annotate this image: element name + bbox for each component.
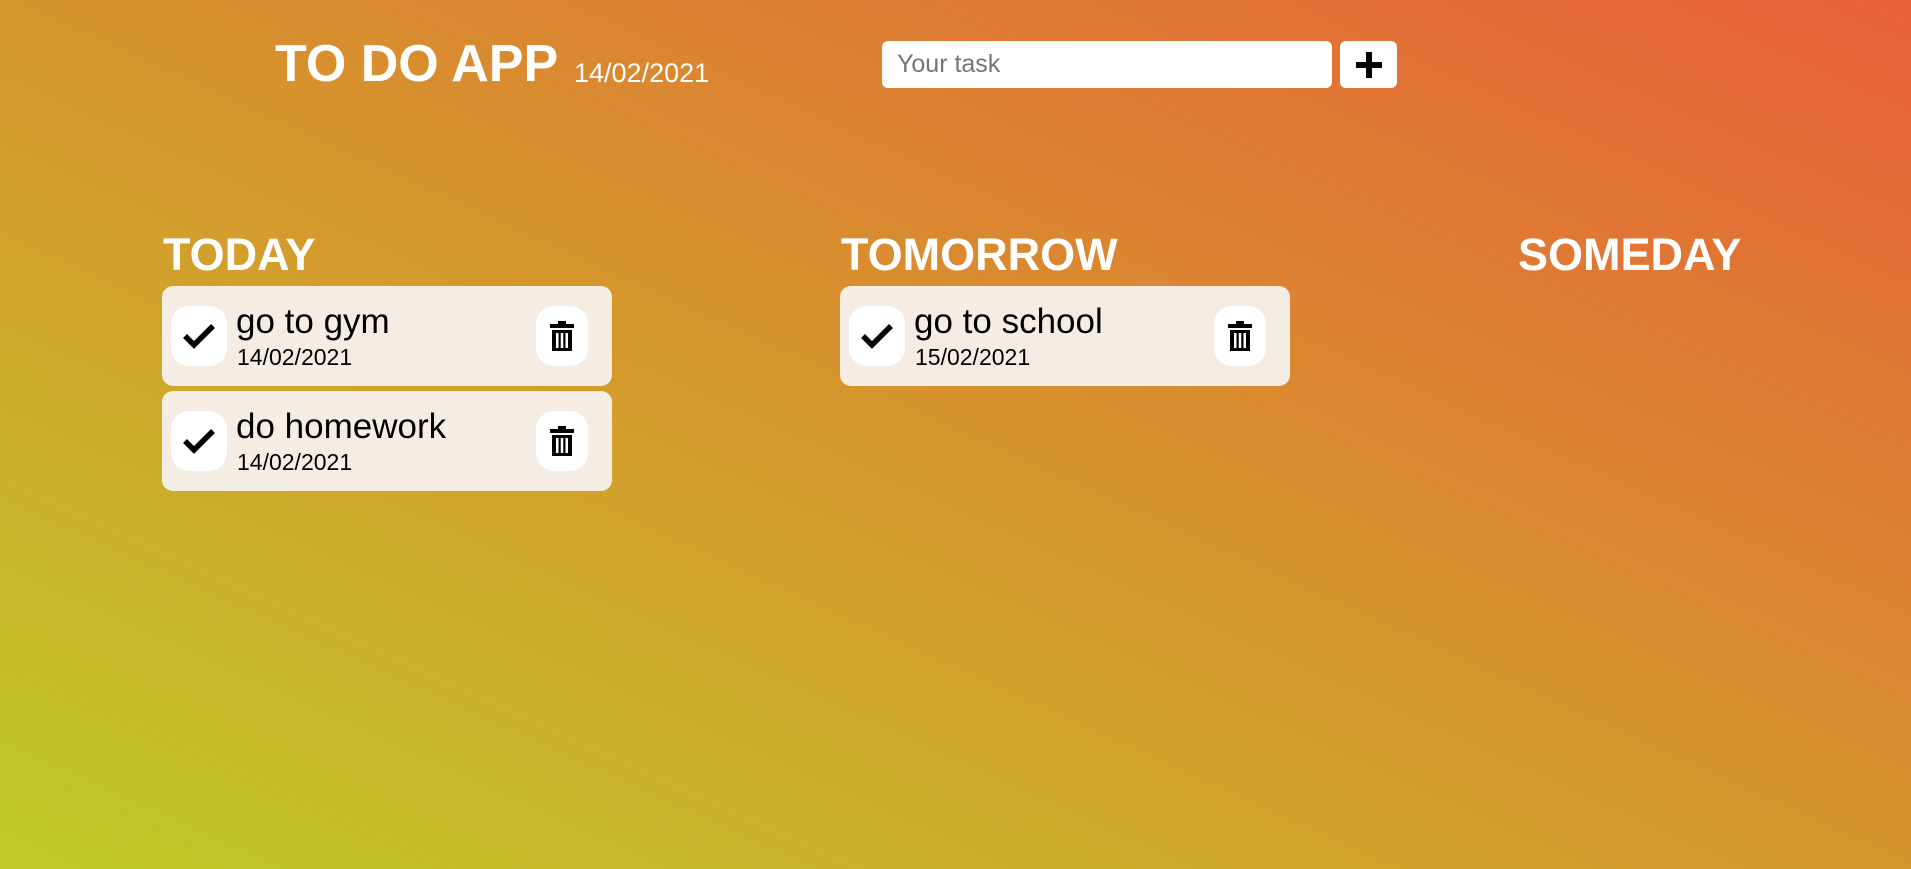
- task-list-tomorrow: go to school 15/02/2021: [840, 286, 1290, 391]
- check-icon: [861, 324, 893, 349]
- current-date: 14/02/2021: [574, 58, 710, 88]
- task-title: do homework: [236, 407, 447, 446]
- task-list-today: go to gym 14/02/2021 do homework 14/02/2…: [162, 286, 612, 496]
- task-card: go to gym 14/02/2021: [162, 286, 612, 386]
- column-someday: SOMEDAY: [1518, 230, 1741, 280]
- column-title-tomorrow: TOMORROW: [841, 229, 1118, 280]
- task-input[interactable]: [882, 41, 1332, 88]
- task-card: go to school 15/02/2021: [840, 286, 1290, 386]
- check-icon: [183, 429, 215, 454]
- delete-task-button[interactable]: [536, 306, 588, 366]
- column-tomorrow: TOMORROW go to school 15/02/2021: [840, 229, 1290, 386]
- delete-task-button[interactable]: [1214, 306, 1266, 366]
- trash-icon: [1228, 321, 1252, 351]
- task-title: go to school: [914, 302, 1103, 341]
- task-date: 15/02/2021: [915, 344, 1031, 370]
- plus-icon: [1355, 51, 1382, 78]
- trash-icon: [550, 321, 574, 351]
- check-icon: [183, 324, 215, 349]
- column-title-someday: SOMEDAY: [1518, 229, 1742, 280]
- column-title-today: TODAY: [163, 229, 316, 280]
- delete-task-button[interactable]: [536, 411, 588, 471]
- complete-task-button[interactable]: [171, 306, 227, 366]
- add-task-button[interactable]: [1340, 41, 1397, 88]
- complete-task-button[interactable]: [849, 306, 905, 366]
- task-title: go to gym: [236, 302, 390, 341]
- complete-task-button[interactable]: [171, 411, 227, 471]
- column-today: TODAY go to gym 14/02/2021 do homework 1…: [162, 229, 612, 491]
- task-date: 14/02/2021: [237, 344, 353, 370]
- task-card: do homework 14/02/2021: [162, 391, 612, 491]
- app-title: TO DO APP: [275, 35, 559, 93]
- trash-icon: [550, 426, 574, 456]
- task-date: 14/02/2021: [237, 449, 353, 475]
